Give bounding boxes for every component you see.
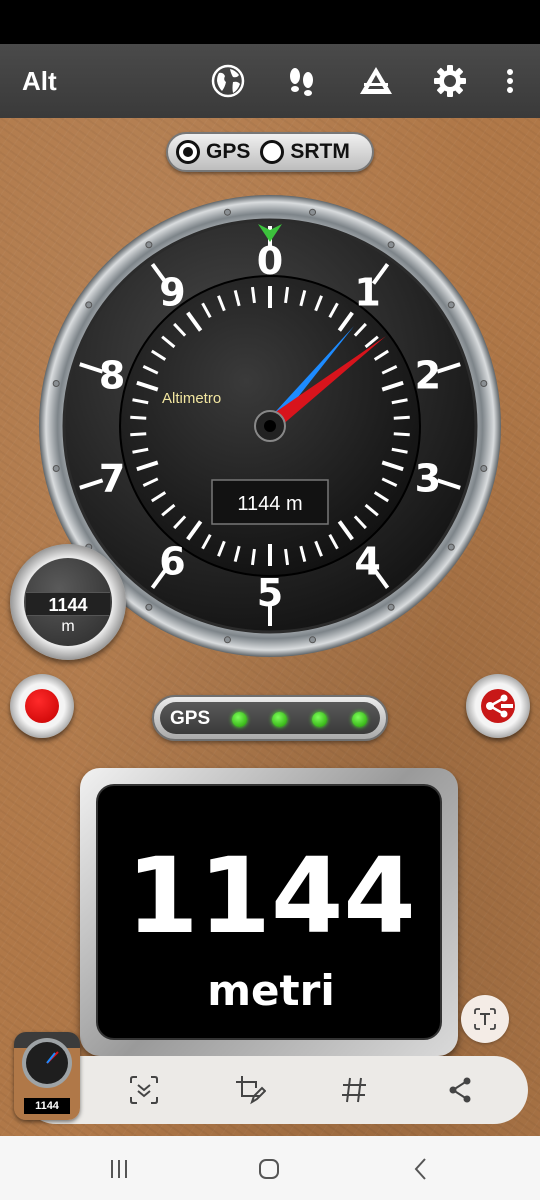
minor-tick: [393, 432, 410, 437]
triangle-icon[interactable]: [358, 63, 394, 99]
gauge-title: Altimetro: [162, 390, 221, 407]
dial-number: 1: [354, 271, 380, 315]
bezel-screw: [309, 208, 317, 216]
minor-tick: [250, 286, 256, 304]
gps-status-bar: GPS: [152, 695, 388, 741]
thumbnail-label: 1144: [24, 1098, 70, 1114]
bezel-screw: [145, 603, 153, 611]
dial-number: 9: [159, 271, 185, 315]
bezel-screw: [52, 465, 60, 473]
gps-led-4: [352, 712, 367, 727]
gauge-readout: 1144 m: [237, 493, 302, 515]
more-vert-icon[interactable]: [494, 63, 526, 99]
display-screen: 1144 metri: [96, 784, 442, 1040]
gps-radio[interactable]: [176, 140, 200, 164]
minor-tick: [130, 432, 147, 437]
dial-number: 8: [99, 354, 125, 398]
minor-tick: [284, 548, 290, 566]
footprints-icon[interactable]: [284, 63, 320, 99]
hashtag-icon[interactable]: [336, 1072, 372, 1108]
bezel-screw: [387, 603, 395, 611]
bezel-screw: [387, 241, 395, 249]
bezel-screw: [85, 301, 93, 309]
bezel-screw: [145, 241, 153, 249]
dial-number: 5: [257, 571, 283, 615]
gear-icon[interactable]: [432, 63, 468, 99]
screenshot-thumbnail[interactable]: 1144: [14, 1032, 80, 1120]
mini-gauge-unit: m: [61, 618, 75, 635]
navigation-bar: [0, 1136, 540, 1200]
bezel-screw: [309, 636, 317, 644]
dial-number: 3: [415, 456, 441, 500]
thumbnail-gauge-icon: [22, 1038, 72, 1088]
app-title: Alt: [22, 66, 57, 96]
bezel-screw: [447, 301, 455, 309]
text-extract-button[interactable]: [461, 995, 509, 1043]
minor-tick: [393, 415, 410, 420]
gps-led-2: [272, 712, 287, 727]
capture-toolbar: [22, 1056, 528, 1124]
bezel-screw: [223, 208, 231, 216]
text-extract-icon: [474, 1008, 496, 1030]
bezel-screw: [447, 543, 455, 551]
status-bar: [0, 0, 540, 44]
bezel-screw: [223, 636, 231, 644]
dial-number: 2: [415, 354, 441, 398]
mini-gauge[interactable]: 1144 m: [10, 544, 126, 660]
minor-tick: [130, 415, 147, 420]
dial-number: 7: [99, 456, 125, 500]
mini-gauge-value: 1144: [26, 592, 110, 616]
gps-status-label: GPS: [170, 708, 211, 729]
dial-number: 0: [257, 239, 283, 283]
bezel-screw: [480, 379, 488, 387]
gps-led-3: [312, 712, 327, 727]
minor-tick: [284, 286, 290, 304]
srtm-radio[interactable]: [260, 140, 285, 164]
crop-edit-icon[interactable]: [232, 1072, 268, 1108]
record-button[interactable]: [10, 674, 74, 738]
scroll-capture-icon[interactable]: [126, 1072, 162, 1108]
share-icon[interactable]: [442, 1072, 478, 1108]
share-icon: [481, 689, 515, 723]
altitude-display: 1144 metri: [80, 768, 458, 1056]
srtm-radio-label[interactable]: SRTM: [290, 140, 350, 164]
dial-number: 6: [159, 539, 185, 583]
bezel-screw: [52, 379, 60, 387]
bezel-screw: [480, 465, 488, 473]
gps-status-inner: GPS: [160, 702, 380, 734]
gps-radio-label[interactable]: GPS: [206, 140, 250, 164]
altitude-unit: metri: [207, 966, 335, 1015]
dial-number: 4: [354, 539, 380, 583]
record-icon: [25, 689, 59, 723]
home-icon[interactable]: [254, 1154, 284, 1184]
back-icon[interactable]: [406, 1154, 436, 1184]
share-button[interactable]: [466, 674, 530, 738]
source-toggle: GPS SRTM: [166, 132, 374, 172]
recents-icon[interactable]: [104, 1154, 134, 1184]
app-bar: Alt: [0, 44, 540, 118]
gps-led-1: [232, 712, 247, 727]
needle-hub-center: [264, 420, 276, 432]
globe-icon[interactable]: [210, 63, 246, 99]
altitude-value: 1144: [126, 835, 416, 957]
minor-tick: [250, 548, 256, 566]
